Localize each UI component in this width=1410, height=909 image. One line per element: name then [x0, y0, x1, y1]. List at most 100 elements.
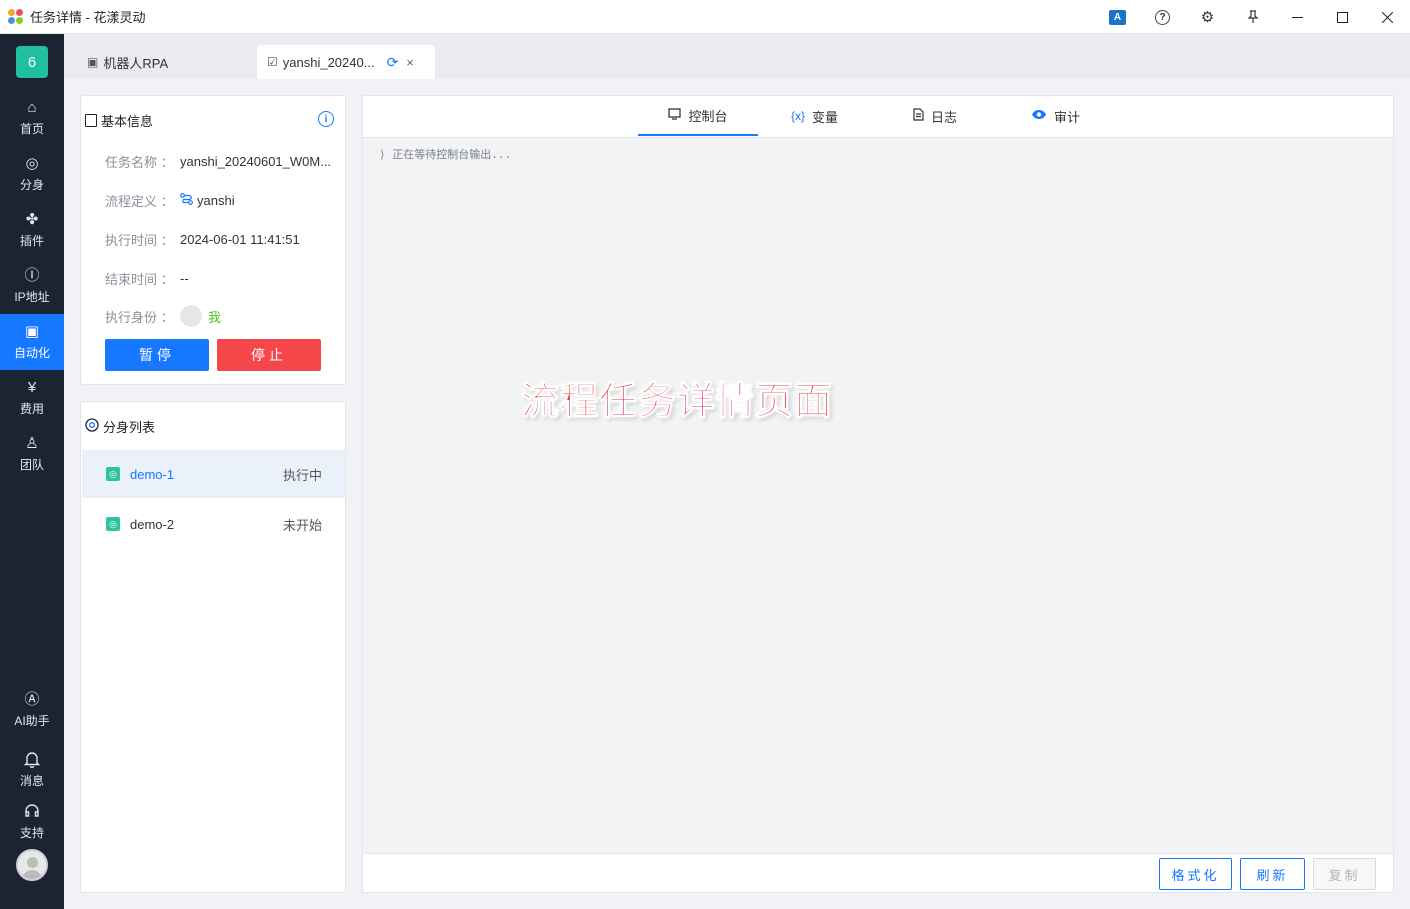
robot-icon: ▣	[87, 55, 99, 69]
app-logo-icon	[8, 8, 24, 25]
pin-icon	[1247, 10, 1258, 23]
executor-avatar	[180, 305, 202, 327]
home-icon: ⌂	[27, 99, 37, 116]
console-panel: 控制台 {x} 变量 日志 审计 ⟩ 正在等待控制台输出... 格式化 刷新 复…	[362, 95, 1394, 893]
tab-label: 审计	[1054, 109, 1081, 125]
sidebar-item-ip[interactable]: Ⓘ IP地址	[0, 258, 64, 314]
clone-list-item-demo-1[interactable]: ◎ demo-1 执行中	[82, 450, 345, 498]
clone-name: demo-1	[130, 466, 175, 482]
page-caption-overlay: 流程任务详情页面	[520, 381, 834, 424]
maximize-button[interactable]	[1320, 0, 1365, 34]
field-label: 结束时间 ：	[105, 272, 174, 287]
puzzle-icon: ✤	[25, 211, 39, 228]
document-icon	[913, 108, 924, 124]
eye-icon	[1031, 109, 1047, 123]
sidebar-item-browser[interactable]: ◎ 分身	[0, 146, 64, 202]
executor-value: 我	[208, 309, 222, 325]
console-output-area[interactable]: ⟩ 正在等待控制台输出...	[363, 137, 1393, 853]
refresh-icon[interactable]: ⟳	[387, 54, 399, 71]
close-icon[interactable]: ×	[406, 55, 414, 70]
tab-console[interactable]: 控制台	[638, 96, 758, 136]
tab-bar: ▣ 机器人RPA ☑ yanshi_20240... ⟳ ×	[64, 34, 1410, 79]
tab-label: 变量	[812, 109, 839, 125]
window-title: 任务详情 - 花漾灵动	[30, 10, 146, 25]
sidebar: 6 ⌂ 首页 ◎ 分身 ✤ 插件 Ⓘ IP地址 ▣ 自动化 ¥ 费用 ♙ 团队 …	[0, 34, 64, 909]
sidebar-item-messages[interactable]: 消息	[0, 742, 64, 798]
field-end-time: 结束时间 ： --	[105, 269, 341, 288]
document-icon	[85, 114, 97, 127]
headset-icon	[24, 803, 40, 822]
refresh-button[interactable]: 刷新	[1240, 858, 1305, 890]
basic-info-title-text: 基本信息	[101, 114, 154, 129]
clone-status: 未开始	[282, 517, 322, 533]
yen-icon: ¥	[27, 379, 37, 396]
maximize-icon	[1337, 11, 1348, 23]
info-icon[interactable]: i	[318, 111, 334, 127]
ai-icon: Ⓐ	[24, 691, 40, 708]
gear-icon: ⚙	[1200, 9, 1215, 26]
basic-info-title: 基本信息	[85, 111, 153, 130]
translate-button[interactable]: A	[1095, 0, 1140, 34]
minimize-button[interactable]	[1275, 0, 1320, 34]
sidebar-item-billing[interactable]: ¥ 费用	[0, 370, 64, 426]
browser-icon: ◎	[106, 467, 120, 481]
basic-info-card: 基本信息 i 任务名称 ： yanshi_20240601_W0M... 流程定…	[80, 95, 346, 385]
close-button[interactable]	[1365, 0, 1410, 34]
field-executor: 执行身份 ： 我	[105, 305, 341, 327]
browser-icon: ◎	[106, 517, 120, 531]
field-label: 流程定义 ：	[105, 194, 174, 209]
pause-button[interactable]: 暂停	[105, 339, 209, 371]
pin-button[interactable]	[1230, 0, 1275, 34]
field-label: 执行身份 ：	[105, 309, 174, 325]
monitor-icon	[668, 107, 682, 123]
sidebar-item-home[interactable]: ⌂ 首页	[0, 90, 64, 146]
translate-icon: A	[1109, 9, 1126, 25]
main-area: ▣ 机器人RPA ☑ yanshi_20240... ⟳ × 基本信息 i 任务…	[64, 34, 1410, 909]
sidebar-item-team[interactable]: ♙ 团队	[0, 426, 64, 482]
flow-definition-link[interactable]: yanshi	[197, 193, 235, 208]
stop-button[interactable]: 停止	[217, 339, 321, 371]
clone-list-title-text: 分身列表	[103, 420, 156, 435]
field-task-name: 任务名称 ： yanshi_20240601_W0M...	[105, 152, 341, 171]
task-name-value: yanshi_20240601_W0M...	[180, 154, 332, 169]
tab-variables[interactable]: {x} 变量	[791, 96, 838, 136]
console-toolbar: 格式化 刷新 复制	[363, 853, 1393, 892]
sidebar-item-plugins[interactable]: ✤ 插件	[0, 202, 64, 258]
tab-task-detail[interactable]: ☑ yanshi_20240... ⟳ ×	[257, 45, 435, 79]
sidebar-item-label: 首页	[19, 122, 44, 136]
help-button[interactable]: ?	[1140, 0, 1185, 34]
tab-audit[interactable]: 审计	[1031, 96, 1080, 136]
task-icon: ☑	[267, 55, 278, 69]
help-icon: ?	[1155, 9, 1170, 25]
sidebar-item-label: 费用	[19, 402, 44, 416]
tab-label: 控制台	[688, 108, 728, 124]
sidebar-item-label: 团队	[19, 458, 44, 472]
start-time-value: 2024-06-01 11:41:51	[180, 232, 300, 247]
field-label: 执行时间 ：	[105, 233, 174, 248]
tab-label: 机器人RPA	[103, 55, 169, 71]
sidebar-item-automation[interactable]: ▣ 自动化	[0, 314, 64, 370]
bell-icon	[23, 751, 41, 770]
close-icon	[1382, 11, 1393, 23]
team-icon: ♙	[25, 435, 39, 452]
clone-list-item-demo-2[interactable]: ◎ demo-2 未开始	[82, 500, 345, 548]
tab-robot-rpa[interactable]: ▣ 机器人RPA	[77, 45, 178, 79]
ip-icon: Ⓘ	[24, 267, 40, 284]
field-flow-definition: 流程定义 ： yanshi	[105, 191, 341, 210]
sidebar-item-label: 自动化	[13, 346, 50, 360]
sidebar-item-label: 消息	[19, 774, 44, 788]
sidebar-item-support[interactable]: 支持	[0, 794, 64, 850]
tab-label: 日志	[931, 109, 958, 125]
minimize-icon	[1292, 16, 1303, 18]
user-avatar[interactable]	[16, 849, 48, 881]
tab-logs[interactable]: 日志	[913, 96, 957, 136]
settings-button[interactable]: ⚙	[1185, 0, 1230, 34]
sidebar-item-ai-assistant[interactable]: Ⓐ AI助手	[0, 682, 64, 738]
title-bar: 任务详情 - 花漾灵动 A ? ⚙	[0, 0, 1410, 34]
sidebar-item-label: IP地址	[14, 290, 50, 304]
field-label: 任务名称 ：	[105, 155, 174, 170]
browser-icon	[85, 418, 99, 435]
format-button[interactable]: 格式化	[1159, 858, 1232, 890]
copy-button[interactable]: 复制	[1313, 858, 1376, 890]
team-badge[interactable]: 6	[16, 46, 48, 78]
